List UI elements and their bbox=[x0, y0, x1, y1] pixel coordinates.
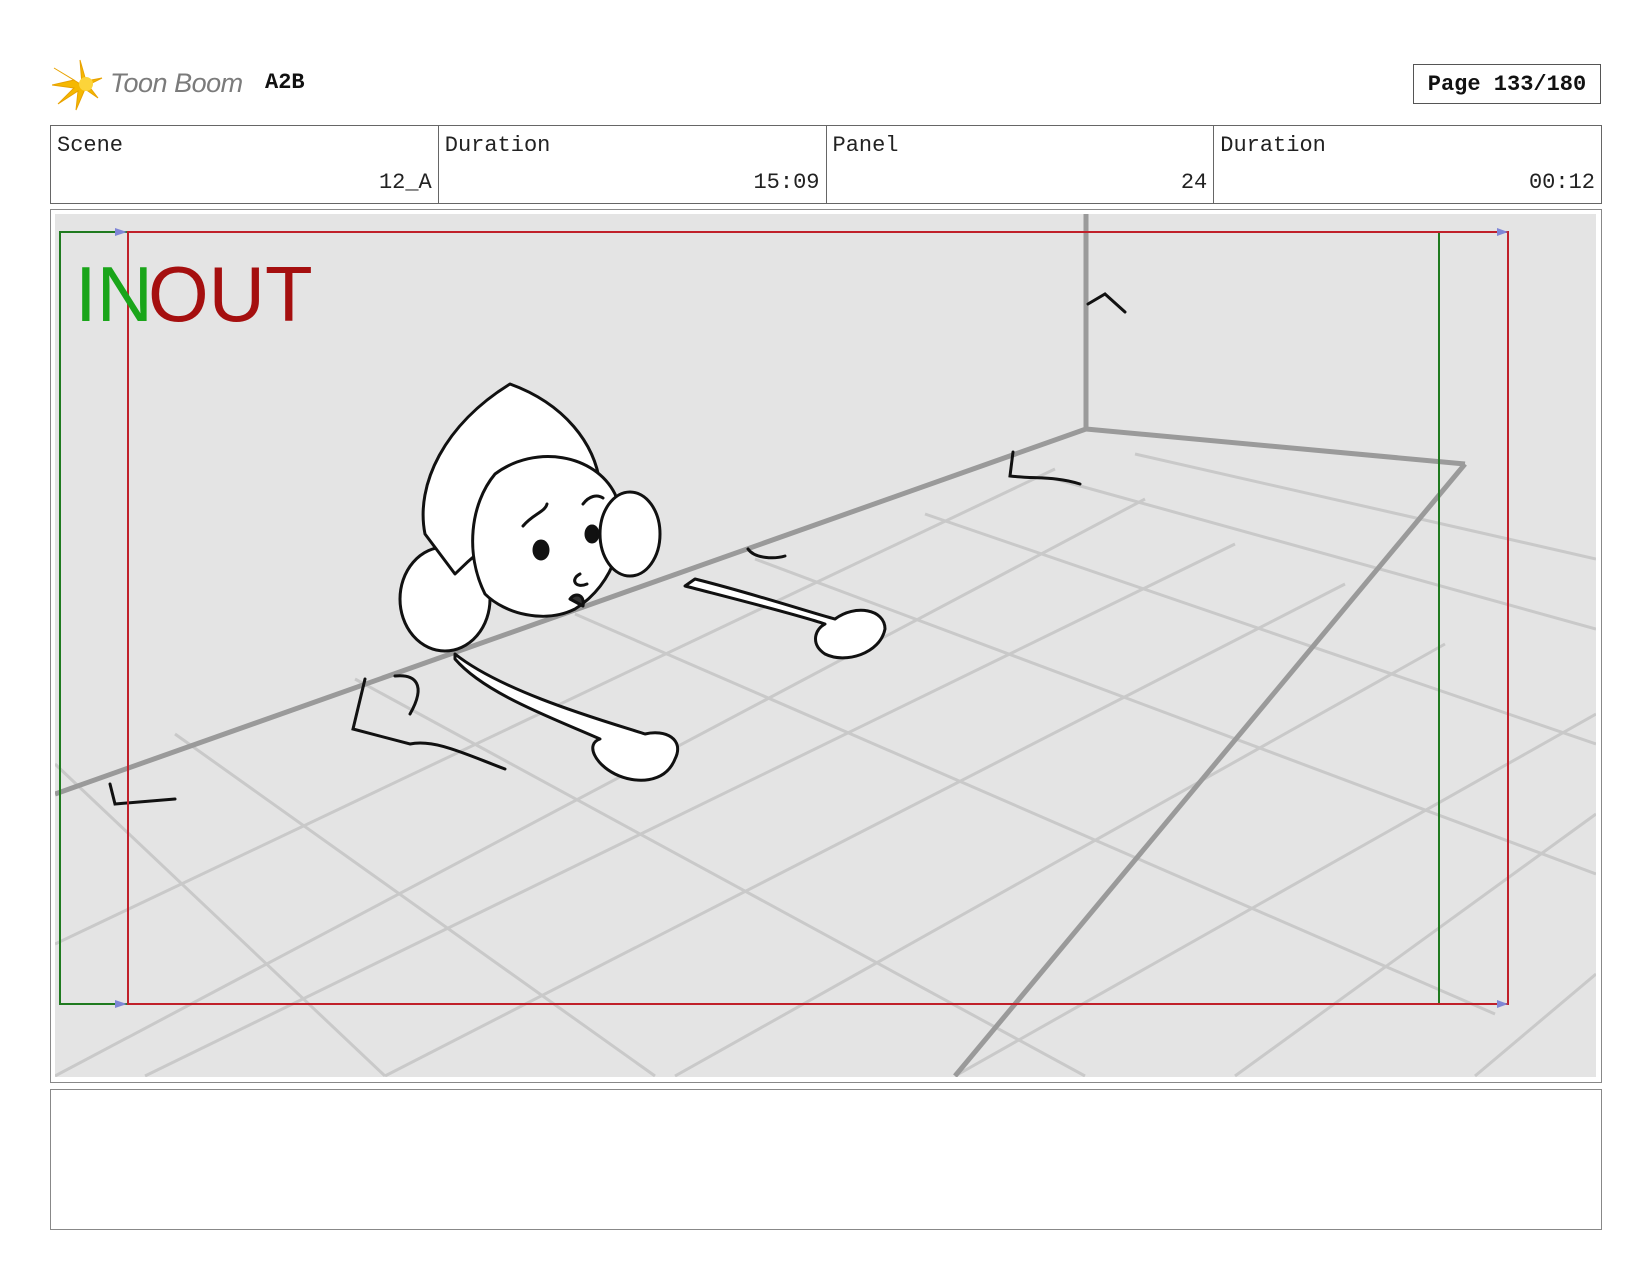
panel-info-table: Scene 12_A Duration 15:09 Panel 24 Durat… bbox=[50, 125, 1602, 204]
scene-value: 12_A bbox=[378, 170, 432, 195]
panel-cell: Panel 24 bbox=[827, 126, 1215, 203]
scene-duration-cell: Duration 15:09 bbox=[439, 126, 827, 203]
in-marker: IN bbox=[75, 250, 153, 338]
character-sketch bbox=[398, 382, 887, 782]
scene-duration-value: 15:09 bbox=[753, 170, 820, 195]
panel-value: 24 bbox=[1180, 170, 1208, 195]
scene-label: Scene bbox=[57, 133, 124, 158]
scene-duration-label: Duration bbox=[444, 133, 551, 158]
project-code: A2B bbox=[265, 70, 305, 95]
out-marker: OUT bbox=[148, 250, 313, 338]
sketch-illustration bbox=[55, 214, 1596, 1077]
panel-notes-box[interactable] bbox=[50, 1089, 1602, 1230]
panel-duration-cell: Duration 00:12 bbox=[1214, 126, 1601, 203]
panel-label: Panel bbox=[832, 133, 899, 158]
scene-cell: Scene 12_A bbox=[51, 126, 439, 203]
room-edges bbox=[55, 214, 1467, 1077]
floor-grid bbox=[55, 452, 1596, 1077]
panel-duration-value: 00:12 bbox=[1528, 170, 1595, 195]
storyboard-panel bbox=[50, 209, 1602, 1083]
panel-drawing bbox=[55, 214, 1596, 1077]
panel-duration-label: Duration bbox=[1220, 133, 1326, 158]
toon-boom-logo: Toon Boom bbox=[52, 58, 252, 112]
logo-text: Toon Boom bbox=[110, 68, 243, 98]
page-indicator: Page 133/180 bbox=[1413, 64, 1601, 104]
starburst-icon bbox=[52, 59, 103, 111]
